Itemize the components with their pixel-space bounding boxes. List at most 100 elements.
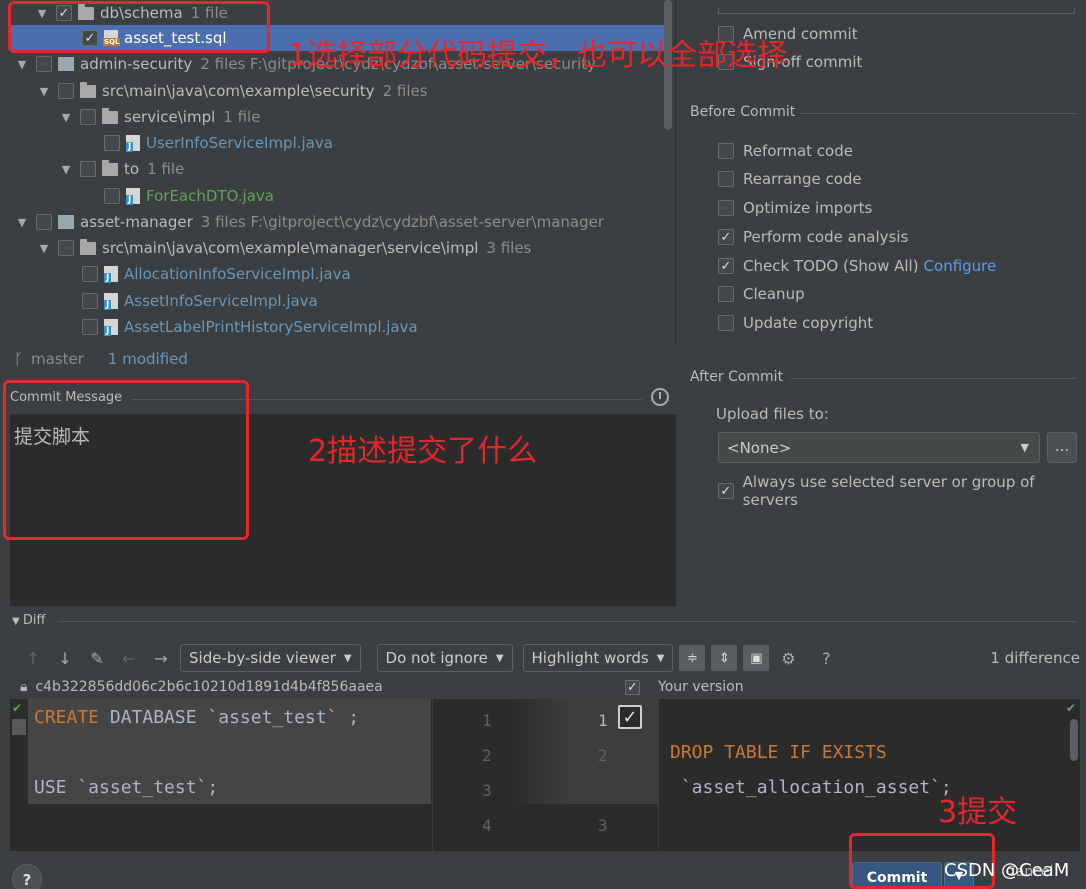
checkbox[interactable] — [82, 319, 98, 335]
branch-bar: ᚴ master 1 modified — [10, 345, 676, 373]
line-number: 2 — [598, 746, 608, 765]
checkbox[interactable] — [36, 214, 52, 230]
diff-editor[interactable]: ✔ CREATE DATABASE `asset_test` ; USE `as… — [10, 699, 1080, 851]
tree-row-allocation[interactable]: AllocationInfoServiceImpl.java — [10, 261, 665, 287]
checkbox[interactable]: ✓ — [718, 483, 734, 499]
expand-arrow-icon[interactable]: ▼ — [16, 216, 28, 229]
sync-scroll-icon[interactable]: ⇕ — [711, 645, 738, 671]
chevron-down-icon: ▼ — [495, 652, 504, 664]
perform-code-analysis-option[interactable]: ✓ Perform code analysis — [718, 228, 908, 246]
help-question-icon[interactable]: ? — [813, 649, 839, 668]
checkbox[interactable] — [104, 188, 120, 204]
checkbox[interactable]: ✓ — [718, 258, 734, 274]
tree-row-assetlabel[interactable]: AssetLabelPrintHistoryServiceImpl.java — [10, 314, 665, 340]
editor-scrollbar[interactable] — [1070, 719, 1078, 761]
check-todo-option[interactable]: ✓ Check TODO (Show All) Configure — [718, 257, 996, 275]
annotation-text-1: 1选择部分代码提交，也可以全部选择 — [288, 38, 788, 73]
author-field[interactable] — [718, 8, 1075, 14]
back-arrow-icon[interactable]: ← — [116, 649, 142, 668]
java-file-icon — [126, 135, 140, 152]
upload-server-select[interactable]: <None> ▼ — [718, 432, 1040, 463]
checkbox[interactable] — [80, 161, 96, 177]
code-line-3-right: `asset_allocation_asset`; — [670, 777, 952, 798]
lock-icon[interactable]: ▣ — [743, 645, 770, 671]
reformat-code-option[interactable]: Reformat code — [718, 142, 853, 160]
code-line-1-left: CREATE DATABASE `asset_test` ; — [34, 707, 360, 728]
tree-row-foreachdto[interactable]: ForEachDTO.java — [10, 183, 665, 209]
checkbox[interactable] — [82, 266, 98, 282]
help-button[interactable]: ? — [12, 864, 42, 889]
folder-icon — [80, 81, 96, 98]
tree-row-userinfo[interactable]: UserInfoServiceImpl.java — [10, 130, 665, 156]
line-number: 2 — [482, 746, 492, 765]
cleanup-option[interactable]: Cleanup — [718, 285, 805, 303]
checkbox[interactable]: ✓ — [625, 679, 640, 695]
gear-icon[interactable]: ⚙ — [775, 649, 801, 668]
divider — [658, 699, 659, 851]
diff-header[interactable]: ▼ Diff — [12, 613, 45, 628]
checkbox[interactable] — [58, 240, 74, 256]
always-use-server-option[interactable]: ✓ Always use selected server or group of … — [718, 473, 1086, 509]
checkbox[interactable] — [80, 109, 96, 125]
line-number: 4 — [482, 816, 492, 835]
expand-arrow-icon[interactable]: ▼ — [60, 163, 72, 176]
forward-arrow-icon[interactable]: → — [148, 649, 174, 668]
difference-count: 1 difference — [990, 649, 1080, 667]
annotation-box-1 — [8, 1, 270, 53]
checkbox[interactable]: ✓ — [718, 229, 734, 245]
expand-arrow-icon[interactable]: ▼ — [16, 58, 28, 71]
tree-row-manager-src[interactable]: ▼ src\main\java\com\example\manager\serv… — [10, 235, 665, 261]
tree-row-assetinfo[interactable]: AssetInfoServiceImpl.java — [10, 288, 665, 314]
expand-arrow-icon[interactable]: ▼ — [38, 85, 50, 98]
upload-files-label: Upload files to: — [716, 405, 829, 423]
tree-row-asset-manager[interactable]: ▼ asset-manager 3 files F:\gitproject\cy… — [10, 209, 665, 235]
expand-arrow-icon[interactable]: ▼ — [60, 111, 72, 124]
code-line-2-right: DROP TABLE IF EXISTS — [670, 742, 887, 763]
java-file-icon — [126, 188, 140, 205]
check-icon: ✔ — [1066, 701, 1077, 715]
checkbox[interactable] — [718, 171, 734, 187]
line-number: 3 — [598, 816, 608, 835]
chevron-down-icon: ▼ — [1020, 441, 1029, 454]
modified-count-link[interactable]: 1 modified — [108, 350, 188, 368]
whitespace-ignore-dropdown[interactable]: Do not ignore ▼ — [376, 644, 513, 672]
checkbox[interactable] — [718, 286, 734, 302]
update-copyright-option[interactable]: Update copyright — [718, 314, 873, 332]
line-number: 1 — [598, 711, 608, 730]
branch-name[interactable]: master — [31, 350, 84, 368]
expand-arrow-icon[interactable]: ▼ — [38, 242, 50, 255]
java-file-icon — [104, 319, 118, 336]
after-commit-title: After Commit — [690, 369, 784, 385]
check-icon: ✔ — [12, 701, 23, 715]
gutter-marker — [12, 719, 26, 735]
highlight-mode-dropdown[interactable]: Highlight words ▼ — [522, 644, 674, 672]
module-icon — [58, 215, 74, 229]
apply-change-checkbox[interactable]: ✓ — [618, 705, 642, 729]
upload-server-value: <None> — [727, 438, 792, 457]
collapse-arrow-icon: ▼ — [12, 616, 23, 627]
checkbox[interactable] — [82, 293, 98, 309]
checkbox[interactable] — [718, 315, 734, 331]
checkbox[interactable] — [36, 56, 52, 72]
history-clock-icon[interactable] — [651, 388, 669, 406]
branch-icon: ᚴ — [14, 350, 24, 368]
collapse-unchanged-icon[interactable]: ≑ — [679, 645, 706, 671]
edit-source-icon[interactable]: ✎ — [84, 649, 110, 668]
checkbox[interactable] — [718, 200, 734, 216]
checkbox[interactable] — [104, 135, 120, 151]
previous-difference-icon[interactable]: ↑ — [20, 649, 46, 668]
rearrange-code-option[interactable]: Rearrange code — [718, 170, 862, 188]
folder-icon — [102, 159, 118, 176]
next-difference-icon[interactable]: ↓ — [52, 649, 78, 668]
optimize-imports-option[interactable]: Optimize imports — [718, 199, 872, 217]
annotation-text-3: 3提交 — [938, 795, 1018, 830]
checkbox[interactable] — [718, 143, 734, 159]
browse-servers-button[interactable]: ... — [1047, 432, 1077, 463]
tree-row-to[interactable]: ▼ to 1 file — [10, 156, 665, 182]
line-number: 3 — [482, 781, 492, 800]
tree-row-service-impl[interactable]: ▼ service\impl 1 file — [10, 104, 665, 130]
viewer-mode-dropdown[interactable]: Side-by-side viewer ▼ — [180, 644, 361, 672]
configure-link[interactable]: Configure — [924, 257, 997, 275]
tree-row-security-src[interactable]: ▼ src\main\java\com\example\security 2 f… — [10, 78, 665, 104]
checkbox[interactable] — [58, 83, 74, 99]
